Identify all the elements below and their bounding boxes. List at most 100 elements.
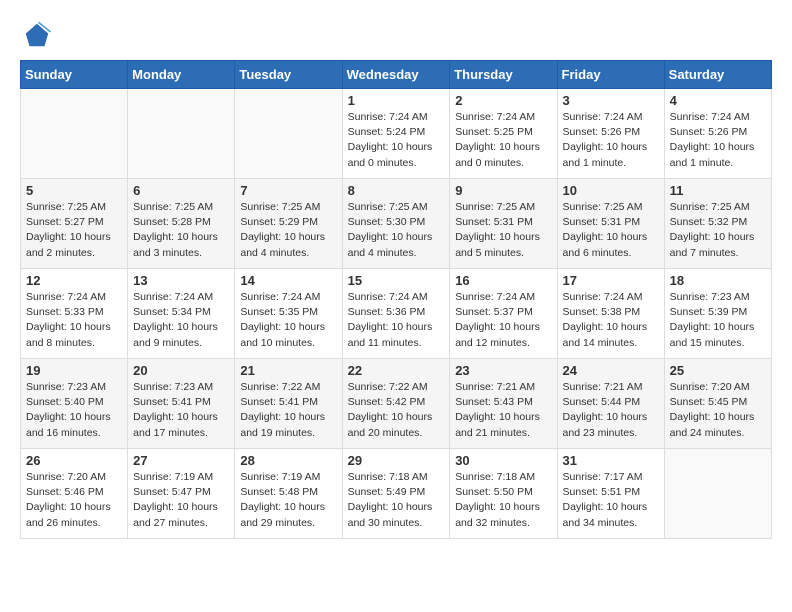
- day-number: 6: [133, 183, 229, 198]
- day-number: 10: [563, 183, 659, 198]
- calendar-cell: 23 Sunrise: 7:21 AMSunset: 5:43 PMDayligh…: [450, 359, 557, 449]
- day-info: Sunrise: 7:24 AMSunset: 5:38 PMDaylight:…: [563, 290, 659, 351]
- day-number: 16: [455, 273, 551, 288]
- calendar-cell: 1 Sunrise: 7:24 AMSunset: 5:24 PMDaylight…: [342, 89, 450, 179]
- calendar-cell: 22Sunrise: 7:22 AMSunset: 5:42 PMDayligh…: [342, 359, 450, 449]
- calendar-cell: 27 Sunrise: 7:19 AMSunset: 5:47 PMDayligh…: [128, 449, 235, 539]
- day-number: 3: [563, 93, 659, 108]
- day-number: 9: [455, 183, 551, 198]
- day-number: 4: [670, 93, 766, 108]
- day-number: 28: [240, 453, 336, 468]
- day-number: 14: [240, 273, 336, 288]
- day-number: 29: [348, 453, 445, 468]
- day-number: 13: [133, 273, 229, 288]
- day-header-monday: Monday: [128, 61, 235, 89]
- days-of-week-row: SundayMondayTuesdayWednesdayThursdayFrid…: [21, 61, 772, 89]
- calendar-cell: 10 Sunrise: 7:25 AMSunset: 5:31 PMDayligh…: [557, 179, 664, 269]
- calendar-cell: 12 Sunrise: 7:24 AMSunset: 5:33 PMDayligh…: [21, 269, 128, 359]
- day-info: Sunrise: 7:22 AMSunset: 5:42 PMDaylight:…: [348, 380, 445, 441]
- logo: [20, 20, 52, 50]
- day-header-wednesday: Wednesday: [342, 61, 450, 89]
- day-header-thursday: Thursday: [450, 61, 557, 89]
- day-info: Sunrise: 7:25 AMSunset: 5:31 PMDaylight:…: [455, 200, 551, 261]
- calendar-week-row: 26Sunrise: 7:20 AMSunset: 5:46 PMDayligh…: [21, 449, 772, 539]
- day-info: Sunrise: 7:24 AMSunset: 5:33 PMDaylight:…: [26, 290, 122, 351]
- day-number: 15: [348, 273, 445, 288]
- day-info: Sunrise: 7:24 AMSunset: 5:35 PMDaylight:…: [240, 290, 336, 351]
- calendar-cell: 24 Sunrise: 7:21 AMSunset: 5:44 PMDayligh…: [557, 359, 664, 449]
- calendar-cell: 29 Sunrise: 7:18 AMSunset: 5:49 PMDayligh…: [342, 449, 450, 539]
- calendar-cell: 4 Sunrise: 7:24 AMSunset: 5:26 PMDaylight…: [664, 89, 771, 179]
- calendar-cell: [235, 89, 342, 179]
- calendar-week-row: 1 Sunrise: 7:24 AMSunset: 5:24 PMDaylight…: [21, 89, 772, 179]
- day-number: 23: [455, 363, 551, 378]
- calendar-cell: 2 Sunrise: 7:24 AMSunset: 5:25 PMDaylight…: [450, 89, 557, 179]
- day-number: 18: [670, 273, 766, 288]
- day-info: Sunrise: 7:23 AMSunset: 5:39 PMDaylight:…: [670, 290, 766, 351]
- day-info: Sunrise: 7:23 AMSunset: 5:41 PMDaylight:…: [133, 380, 229, 441]
- calendar-cell: 13 Sunrise: 7:24 AMSunset: 5:34 PMDayligh…: [128, 269, 235, 359]
- calendar-cell: 18 Sunrise: 7:23 AMSunset: 5:39 PMDayligh…: [664, 269, 771, 359]
- calendar-cell: 17Sunrise: 7:24 AMSunset: 5:38 PMDayligh…: [557, 269, 664, 359]
- day-number: 7: [240, 183, 336, 198]
- calendar-cell: 8 Sunrise: 7:25 AMSunset: 5:30 PMDaylight…: [342, 179, 450, 269]
- day-info: Sunrise: 7:25 AMSunset: 5:32 PMDaylight:…: [670, 200, 766, 261]
- day-info: Sunrise: 7:19 AMSunset: 5:48 PMDaylight:…: [240, 470, 336, 531]
- calendar-cell: 28 Sunrise: 7:19 AMSunset: 5:48 PMDayligh…: [235, 449, 342, 539]
- calendar-cell: 20 Sunrise: 7:23 AMSunset: 5:41 PMDayligh…: [128, 359, 235, 449]
- day-number: 24: [563, 363, 659, 378]
- calendar-cell: [128, 89, 235, 179]
- calendar-body: 1 Sunrise: 7:24 AMSunset: 5:24 PMDaylight…: [21, 89, 772, 539]
- day-info: Sunrise: 7:20 AMSunset: 5:46 PMDaylight:…: [26, 470, 122, 531]
- day-info: Sunrise: 7:24 AMSunset: 5:24 PMDaylight:…: [348, 110, 445, 171]
- day-number: 19: [26, 363, 122, 378]
- calendar-cell: 21 Sunrise: 7:22 AMSunset: 5:41 PMDayligh…: [235, 359, 342, 449]
- day-number: 12: [26, 273, 122, 288]
- calendar-cell: 3 Sunrise: 7:24 AMSunset: 5:26 PMDaylight…: [557, 89, 664, 179]
- calendar-cell: 26Sunrise: 7:20 AMSunset: 5:46 PMDayligh…: [21, 449, 128, 539]
- day-info: Sunrise: 7:25 AMSunset: 5:31 PMDaylight:…: [563, 200, 659, 261]
- day-info: Sunrise: 7:24 AMSunset: 5:36 PMDaylight:…: [348, 290, 445, 351]
- day-info: Sunrise: 7:18 AMSunset: 5:49 PMDaylight:…: [348, 470, 445, 531]
- day-number: 8: [348, 183, 445, 198]
- day-header-saturday: Saturday: [664, 61, 771, 89]
- day-number: 27: [133, 453, 229, 468]
- calendar-cell: 14 Sunrise: 7:24 AMSunset: 5:35 PMDayligh…: [235, 269, 342, 359]
- day-number: 1: [348, 93, 445, 108]
- calendar-cell: 11 Sunrise: 7:25 AMSunset: 5:32 PMDayligh…: [664, 179, 771, 269]
- day-info: Sunrise: 7:21 AMSunset: 5:43 PMDaylight:…: [455, 380, 551, 441]
- calendar-cell: 16 Sunrise: 7:24 AMSunset: 5:37 PMDayligh…: [450, 269, 557, 359]
- day-info: Sunrise: 7:23 AMSunset: 5:40 PMDaylight:…: [26, 380, 122, 441]
- day-number: 20: [133, 363, 229, 378]
- day-header-sunday: Sunday: [21, 61, 128, 89]
- day-info: Sunrise: 7:24 AMSunset: 5:26 PMDaylight:…: [563, 110, 659, 171]
- calendar-header: SundayMondayTuesdayWednesdayThursdayFrid…: [21, 61, 772, 89]
- calendar-cell: 31 Sunrise: 7:17 AMSunset: 5:51 PMDayligh…: [557, 449, 664, 539]
- day-info: Sunrise: 7:24 AMSunset: 5:34 PMDaylight:…: [133, 290, 229, 351]
- day-info: Sunrise: 7:24 AMSunset: 5:25 PMDaylight:…: [455, 110, 551, 171]
- day-info: Sunrise: 7:25 AMSunset: 5:30 PMDaylight:…: [348, 200, 445, 261]
- day-info: Sunrise: 7:24 AMSunset: 5:37 PMDaylight:…: [455, 290, 551, 351]
- day-info: Sunrise: 7:18 AMSunset: 5:50 PMDaylight:…: [455, 470, 551, 531]
- day-info: Sunrise: 7:21 AMSunset: 5:44 PMDaylight:…: [563, 380, 659, 441]
- day-header-tuesday: Tuesday: [235, 61, 342, 89]
- day-number: 31: [563, 453, 659, 468]
- calendar-cell: [664, 449, 771, 539]
- day-info: Sunrise: 7:19 AMSunset: 5:47 PMDaylight:…: [133, 470, 229, 531]
- day-info: Sunrise: 7:25 AMSunset: 5:27 PMDaylight:…: [26, 200, 122, 261]
- day-info: Sunrise: 7:25 AMSunset: 5:28 PMDaylight:…: [133, 200, 229, 261]
- calendar-week-row: 12 Sunrise: 7:24 AMSunset: 5:33 PMDayligh…: [21, 269, 772, 359]
- calendar-week-row: 19 Sunrise: 7:23 AMSunset: 5:40 PMDayligh…: [21, 359, 772, 449]
- day-info: Sunrise: 7:17 AMSunset: 5:51 PMDaylight:…: [563, 470, 659, 531]
- day-info: Sunrise: 7:25 AMSunset: 5:29 PMDaylight:…: [240, 200, 336, 261]
- day-number: 2: [455, 93, 551, 108]
- day-number: 5: [26, 183, 122, 198]
- day-number: 25: [670, 363, 766, 378]
- day-info: Sunrise: 7:22 AMSunset: 5:41 PMDaylight:…: [240, 380, 336, 441]
- calendar-cell: 5 Sunrise: 7:25 AMSunset: 5:27 PMDaylight…: [21, 179, 128, 269]
- day-number: 11: [670, 183, 766, 198]
- day-number: 21: [240, 363, 336, 378]
- calendar-week-row: 5 Sunrise: 7:25 AMSunset: 5:27 PMDaylight…: [21, 179, 772, 269]
- calendar-cell: 15 Sunrise: 7:24 AMSunset: 5:36 PMDayligh…: [342, 269, 450, 359]
- day-info: Sunrise: 7:24 AMSunset: 5:26 PMDaylight:…: [670, 110, 766, 171]
